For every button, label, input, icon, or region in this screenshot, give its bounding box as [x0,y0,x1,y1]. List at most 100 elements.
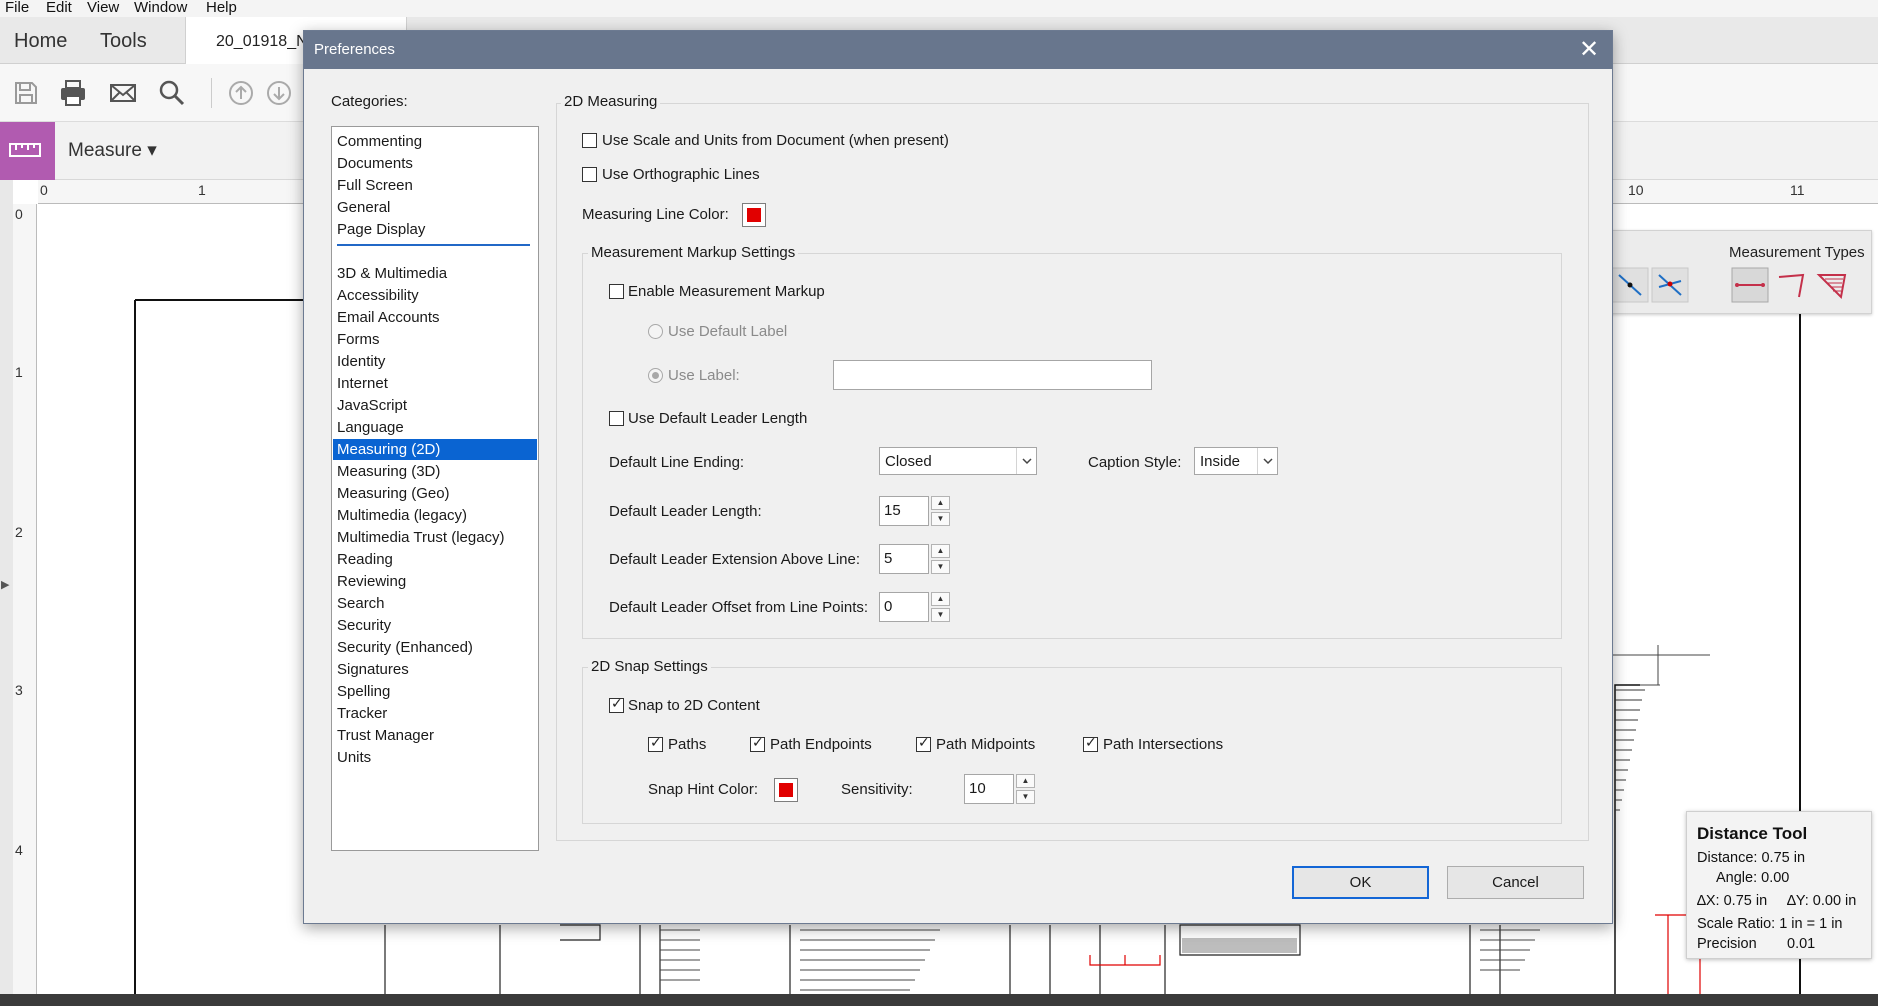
category-item[interactable]: Multimedia (legacy) [333,505,537,526]
leader-offset-stepper[interactable]: ▲ ▼ [931,592,950,622]
category-item[interactable]: Measuring (Geo) [333,483,537,504]
category-item[interactable]: Identity [333,351,537,372]
category-item[interactable]: Security (Enhanced) [333,637,537,658]
expand-arrow-icon: ▶ [1,579,10,591]
page-up-icon[interactable] [226,78,256,108]
enable-markup-checkbox[interactable] [609,284,624,299]
tab-home[interactable]: Home [14,30,67,53]
use-default-leader-checkbox[interactable] [609,411,624,426]
scale-ratio-readout: Scale Ratio: 1 in = 1 in [1697,916,1843,932]
sensitivity-stepper[interactable]: ▲ ▼ [1016,774,1035,804]
search-icon[interactable] [157,78,187,108]
cancel-button[interactable]: Cancel [1447,866,1584,899]
spin-down-icon[interactable]: ▼ [931,608,950,622]
spin-down-icon[interactable]: ▼ [931,512,950,526]
snap-endpoint-icon[interactable] [1611,267,1649,303]
leader-extension-stepper[interactable]: ▲ ▼ [931,544,950,574]
save-icon[interactable] [11,78,41,108]
snap-settings-title: 2D Snap Settings [588,658,711,675]
category-item[interactable]: JavaScript [333,395,537,416]
menu-help[interactable]: Help [206,0,237,16]
path-endpoints-checkbox[interactable] [750,735,765,752]
spin-up-icon[interactable]: ▲ [931,496,950,510]
line-ending-select[interactable]: Closed [879,447,1037,475]
document-tab-title: 20_01918_N [216,33,308,50]
category-item[interactable]: Full Screen [333,175,537,196]
tab-tools[interactable]: Tools [100,30,147,53]
category-item[interactable]: Multimedia Trust (legacy) [333,527,537,548]
enable-markup-label: Enable Measurement Markup [628,283,825,300]
ruler-icon[interactable] [0,122,55,180]
category-item[interactable]: Measuring (3D) [333,461,537,482]
category-item[interactable]: Tracker [333,703,537,724]
sensitivity-input[interactable]: 10 [964,774,1014,804]
perimeter-tool-icon[interactable] [1773,267,1811,303]
category-item-selected[interactable]: Measuring (2D) [333,439,537,460]
caption-style-select[interactable]: Inside [1194,447,1278,475]
path-midpoints-checkbox[interactable] [916,735,931,752]
leader-offset-input[interactable]: 0 [879,592,929,622]
category-item[interactable]: General [333,197,537,218]
spin-down-icon[interactable]: ▼ [1016,790,1035,804]
menu-window[interactable]: Window [134,0,187,16]
dialog-title-bar[interactable]: Preferences ✕ [304,31,1612,69]
spin-down-icon[interactable]: ▼ [931,560,950,574]
measure-dropdown[interactable]: Measure ▾ [68,139,157,162]
line-ending-label: Default Line Ending: [609,454,745,471]
side-panel-toggle[interactable]: ▶ [0,180,13,1006]
category-item[interactable]: Search [333,593,537,614]
line-color-picker[interactable] [742,203,766,227]
category-item[interactable]: Accessibility [333,285,537,306]
category-item[interactable]: Units [333,747,537,768]
category-item[interactable]: Email Accounts [333,307,537,328]
category-item[interactable]: Signatures [333,659,537,680]
snap-hint-color-picker[interactable] [774,778,798,802]
category-item[interactable]: Spelling [333,681,537,702]
use-orthographic-checkbox[interactable] [582,167,597,182]
chevron-down-icon [1016,448,1036,474]
leader-offset-label: Default Leader Offset from Line Points: [609,599,869,616]
use-scale-units-checkbox[interactable] [582,133,597,148]
leader-length-value: 15 [884,502,901,519]
ok-button[interactable]: OK [1292,866,1429,899]
category-item[interactable]: Page Display [333,219,537,240]
path-endpoints-label: Path Endpoints [770,736,872,753]
leader-length-stepper[interactable]: ▲ ▼ [931,496,950,526]
leader-extension-input[interactable]: 5 [879,544,929,574]
ruler-tick-label: 3 [15,682,23,698]
distance-tool-title: Distance Tool [1697,824,1808,843]
menu-file[interactable]: File [5,0,29,16]
category-item[interactable]: Internet [333,373,537,394]
category-item[interactable]: Reading [333,549,537,570]
label-input[interactable] [833,360,1152,390]
leader-length-input[interactable]: 15 [879,496,929,526]
menu-edit[interactable]: Edit [46,0,72,16]
category-item[interactable]: 3D & Multimedia [333,263,537,284]
category-item[interactable]: Commenting [333,131,537,152]
precision-label: Precision [1697,936,1757,952]
print-icon[interactable] [58,78,88,108]
path-intersections-checkbox[interactable] [1083,735,1098,752]
spin-up-icon[interactable]: ▲ [931,544,950,558]
category-item[interactable]: Language [333,417,537,438]
snap-intersection-icon[interactable] [1651,267,1689,303]
snap-to-content-checkbox[interactable] [609,696,624,713]
email-icon[interactable] [108,78,138,108]
page-down-icon[interactable] [264,78,294,108]
menu-view[interactable]: View [87,0,119,16]
leader-length-label: Default Leader Length: [609,503,762,520]
category-item[interactable]: Documents [333,153,537,174]
category-item[interactable]: Trust Manager [333,725,537,746]
category-item[interactable]: Security [333,615,537,636]
spin-up-icon[interactable]: ▲ [931,592,950,606]
paths-checkbox[interactable] [648,735,663,752]
distance-tool-icon[interactable] [1731,267,1769,303]
use-default-label-radio[interactable] [648,324,663,339]
use-label-radio[interactable] [648,368,663,383]
category-item[interactable]: Reviewing [333,571,537,592]
close-icon[interactable]: ✕ [1574,35,1604,65]
categories-list[interactable]: Commenting Documents Full Screen General… [331,126,539,851]
spin-up-icon[interactable]: ▲ [1016,774,1035,788]
area-tool-icon[interactable] [1813,267,1851,303]
category-item[interactable]: Forms [333,329,537,350]
